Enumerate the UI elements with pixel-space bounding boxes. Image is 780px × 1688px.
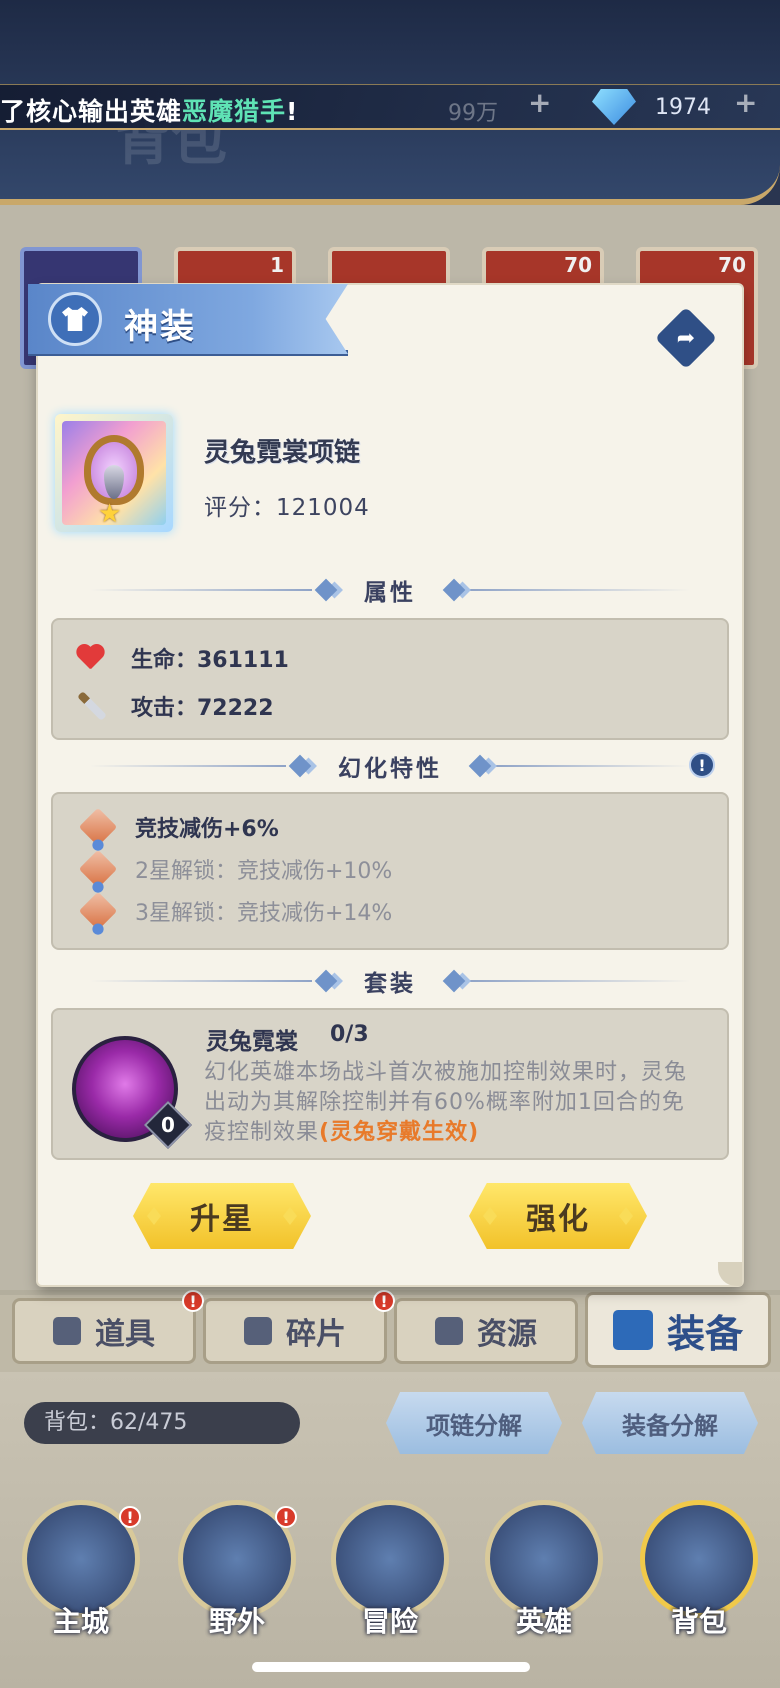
- ticker-prefix: 了核心输出英雄: [0, 97, 183, 126]
- resources-icon: [435, 1317, 463, 1345]
- tab-fragments[interactable]: 碎片: [203, 1298, 387, 1364]
- gold-amount: 99万: [448, 101, 498, 126]
- trait-text: 竞技减伤+6%: [135, 817, 279, 842]
- home-indicator[interactable]: [252, 1662, 530, 1672]
- armor-icon: [48, 292, 102, 346]
- nav-bag[interactable]: 背包: [636, 1500, 762, 1640]
- set-name: 灵兔霓裳: [206, 1029, 298, 1055]
- trait-text: 3星解锁：竞技减伤+14%: [135, 901, 393, 926]
- pvp-sword-icon: [78, 807, 118, 847]
- add-gold-button[interactable]: +: [528, 86, 551, 119]
- button-label: 升星: [190, 1202, 254, 1237]
- equipment-icon: [612, 1310, 653, 1350]
- tab-label: 碎片: [286, 1317, 346, 1352]
- sword-icon: [77, 691, 107, 721]
- trait-item: 2星解锁：竞技减伤+10%: [78, 849, 393, 889]
- tab-label: 资源: [477, 1317, 537, 1352]
- heart-icon: [75, 645, 105, 671]
- set-header: 套装: [90, 965, 690, 997]
- nav-main-city-badge: !: [119, 1506, 141, 1528]
- star-icon: ★: [98, 499, 122, 525]
- bag-capacity: 背包：62/475: [24, 1402, 300, 1444]
- share-arrow-icon: ➦: [676, 325, 696, 351]
- traits-header: 幻化特性: [90, 750, 690, 782]
- nav-label: 主城: [52, 1605, 109, 1638]
- modal-title: 神装: [124, 307, 196, 347]
- set-description: 幻化英雄本场战斗首次被施加控制效果时，灵兔出动为其解除控制并有60%概率附加1回…: [204, 1058, 704, 1148]
- nav-label: 英雄: [515, 1605, 572, 1638]
- attributes-header: 属性: [90, 574, 690, 606]
- nav-heroes[interactable]: 英雄: [481, 1500, 607, 1640]
- stat-attack: 攻击：72222: [75, 690, 274, 722]
- stat-hp: 生命：361111: [75, 642, 289, 674]
- equipment-decompose-button[interactable]: 装备分解: [582, 1392, 758, 1454]
- trait-text: 2星解锁：竞技减伤+10%: [135, 859, 393, 884]
- item-name: 灵兔霓裳项链: [204, 438, 361, 468]
- tab-label: 道具: [95, 1317, 155, 1352]
- nav-label: 冒险: [361, 1605, 418, 1638]
- necklace-decompose-button[interactable]: 项链分解: [386, 1392, 562, 1454]
- announcement-ticker: 了核心输出英雄恶魔猎手!: [0, 92, 298, 128]
- section-label: 幻化特性: [338, 756, 442, 782]
- trait-item: 3星解锁：竞技减伤+14%: [78, 891, 393, 931]
- nav-adventure[interactable]: 冒险: [327, 1500, 453, 1640]
- item-icon-frame: ★: [55, 414, 173, 532]
- item-score: 评分：121004: [204, 495, 370, 521]
- necklace-icon: ★: [62, 421, 166, 525]
- add-diamond-button[interactable]: +: [734, 86, 757, 119]
- nav-label: 背包: [670, 1605, 727, 1638]
- set-progress: 0/3: [330, 1022, 369, 1047]
- ticker-hero-name: 恶魔猎手: [182, 97, 287, 126]
- tab-equipment[interactable]: 装备: [585, 1292, 771, 1368]
- nav-wild-badge: !: [275, 1506, 297, 1528]
- tab-items[interactable]: 道具: [12, 1298, 196, 1364]
- stat-label: 攻击：72222: [131, 696, 274, 721]
- trait-item: 竞技减伤+6%: [78, 807, 279, 847]
- stat-label: 生命：361111: [131, 648, 289, 673]
- traits-panel: 竞技减伤+6% 2星解锁：竞技减伤+10% 3星解锁：竞技减伤+14%: [51, 792, 729, 950]
- set-condition: (灵兔穿戴生效): [319, 1120, 480, 1145]
- strengthen-button[interactable]: 强化: [469, 1183, 647, 1249]
- attributes-panel: 生命：361111 攻击：72222: [51, 618, 729, 740]
- tab-label: 装备: [666, 1311, 743, 1356]
- items-icon: [53, 1317, 81, 1345]
- diamond-amount: 1974: [655, 95, 711, 120]
- section-label: 套装: [364, 971, 416, 997]
- tab-resources[interactable]: 资源: [394, 1298, 578, 1364]
- ticker-suffix: !: [286, 97, 299, 126]
- nav-label: 野外: [208, 1605, 265, 1638]
- upgrade-star-button[interactable]: 升星: [133, 1183, 311, 1249]
- orb-count: 0: [161, 1113, 175, 1137]
- button-label: 强化: [526, 1202, 590, 1237]
- pvp-sword-icon: [78, 891, 118, 931]
- pvp-sword-icon: [78, 849, 118, 889]
- info-button[interactable]: !: [689, 752, 715, 778]
- section-label: 属性: [364, 580, 416, 606]
- fragments-icon: [244, 1317, 272, 1345]
